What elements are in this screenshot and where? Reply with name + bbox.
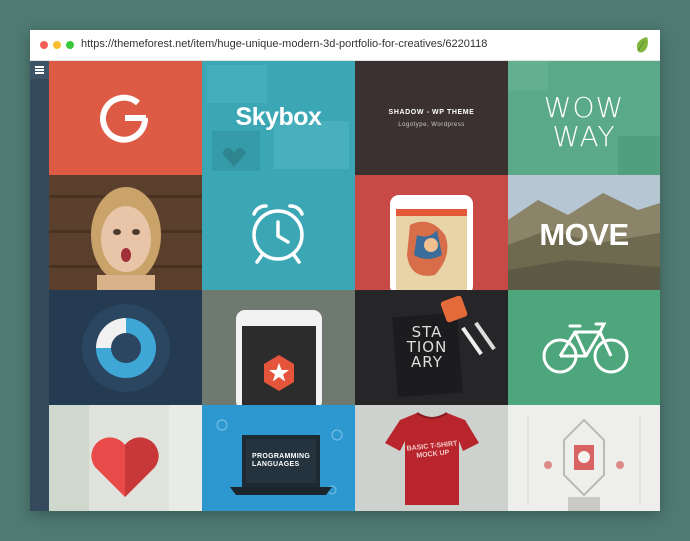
tile-alarm-clock[interactable] bbox=[202, 175, 355, 290]
tile-portrait[interactable] bbox=[49, 175, 202, 290]
menu-button[interactable] bbox=[30, 61, 49, 79]
heart-icon bbox=[49, 405, 202, 511]
browser-titlebar: https://themeforest.net/item/huge-unique… bbox=[30, 30, 660, 61]
sidebar bbox=[30, 61, 49, 511]
maximize-window-button[interactable] bbox=[66, 41, 74, 49]
decorative-art-image bbox=[508, 405, 660, 511]
tile-tshirt[interactable]: BASIC T-SHIRT MOCK UP bbox=[355, 405, 508, 511]
shadow-subtitle: Logotype, Wordpress bbox=[398, 122, 465, 128]
portfolio-grid: Skybox SHADOW - WP THEME Logotype, Wordp… bbox=[49, 61, 660, 511]
tile-google[interactable] bbox=[49, 61, 202, 175]
close-window-button[interactable] bbox=[40, 41, 48, 49]
stationary-label: STA TION ARY bbox=[406, 323, 448, 371]
wowway-label: WOW WAY bbox=[543, 91, 625, 153]
tile-shadow-theme[interactable]: SHADOW - WP THEME Logotype, Wordpress bbox=[355, 61, 508, 175]
bicycle-icon bbox=[542, 322, 629, 374]
envato-leaf-icon bbox=[636, 37, 648, 53]
tile-phone-app[interactable] bbox=[355, 175, 508, 290]
tile-phone-star[interactable] bbox=[202, 290, 355, 405]
tile-stationary[interactable]: STA TION ARY bbox=[355, 290, 508, 405]
google-g-icon bbox=[100, 94, 149, 143]
shadow-title: SHADOW - WP THEME bbox=[388, 109, 475, 116]
phone-mockup-image bbox=[390, 195, 473, 290]
move-label: MOVE bbox=[539, 217, 629, 252]
tile-decor[interactable] bbox=[508, 405, 660, 511]
tile-wow-way[interactable]: WOW WAY bbox=[508, 61, 660, 175]
hamburger-menu-icon bbox=[35, 66, 44, 68]
surprised-woman-image bbox=[49, 175, 202, 290]
alarm-clock-icon bbox=[252, 204, 304, 264]
programming-label: PROGRAMMING LANGUAGES bbox=[252, 453, 311, 468]
tile-skybox[interactable]: Skybox bbox=[202, 61, 355, 175]
ring-logo-icon bbox=[82, 304, 170, 392]
tile-circle-logo[interactable] bbox=[49, 290, 202, 405]
tile-programming-languages[interactable]: PROGRAMMING LANGUAGES bbox=[202, 405, 355, 511]
tile-move[interactable]: MOVE bbox=[508, 175, 660, 290]
address-bar-url[interactable]: https://themeforest.net/item/huge-unique… bbox=[81, 38, 487, 50]
minimize-window-button[interactable] bbox=[53, 41, 61, 49]
tile-heart[interactable] bbox=[49, 405, 202, 511]
phone-star-mockup-image bbox=[236, 310, 322, 405]
browser-window: https://themeforest.net/item/huge-unique… bbox=[30, 30, 660, 511]
skybox-label: Skybox bbox=[235, 103, 322, 131]
tile-bicycle[interactable] bbox=[508, 290, 660, 405]
